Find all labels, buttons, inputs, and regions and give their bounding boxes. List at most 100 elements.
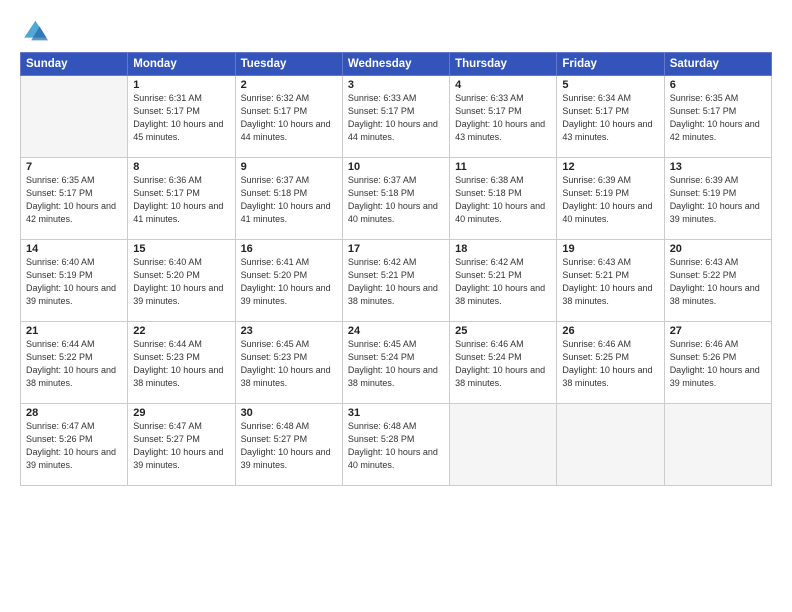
day-info: Sunrise: 6:47 AMSunset: 5:26 PMDaylight:… <box>26 420 122 472</box>
day-number: 4 <box>455 79 551 91</box>
calendar-cell: 14Sunrise: 6:40 AMSunset: 5:19 PMDayligh… <box>21 240 128 322</box>
day-number: 8 <box>133 161 229 173</box>
day-info: Sunrise: 6:39 AMSunset: 5:19 PMDaylight:… <box>562 174 658 226</box>
calendar-cell: 19Sunrise: 6:43 AMSunset: 5:21 PMDayligh… <box>557 240 664 322</box>
calendar-cell: 4Sunrise: 6:33 AMSunset: 5:17 PMDaylight… <box>450 76 557 158</box>
calendar-cell: 11Sunrise: 6:38 AMSunset: 5:18 PMDayligh… <box>450 158 557 240</box>
day-number: 19 <box>562 243 658 255</box>
day-info: Sunrise: 6:45 AMSunset: 5:23 PMDaylight:… <box>241 338 337 390</box>
weekday-header-monday: Monday <box>128 53 235 76</box>
day-info: Sunrise: 6:33 AMSunset: 5:17 PMDaylight:… <box>455 92 551 144</box>
header <box>20 18 772 46</box>
day-number: 24 <box>348 325 444 337</box>
calendar-cell <box>557 404 664 486</box>
day-info: Sunrise: 6:46 AMSunset: 5:25 PMDaylight:… <box>562 338 658 390</box>
calendar-cell: 5Sunrise: 6:34 AMSunset: 5:17 PMDaylight… <box>557 76 664 158</box>
day-number: 22 <box>133 325 229 337</box>
calendar-cell: 21Sunrise: 6:44 AMSunset: 5:22 PMDayligh… <box>21 322 128 404</box>
day-number: 1 <box>133 79 229 91</box>
day-number: 13 <box>670 161 766 173</box>
day-number: 5 <box>562 79 658 91</box>
calendar-cell: 2Sunrise: 6:32 AMSunset: 5:17 PMDaylight… <box>235 76 342 158</box>
day-number: 30 <box>241 407 337 419</box>
calendar-cell: 1Sunrise: 6:31 AMSunset: 5:17 PMDaylight… <box>128 76 235 158</box>
day-number: 6 <box>670 79 766 91</box>
calendar-cell: 22Sunrise: 6:44 AMSunset: 5:23 PMDayligh… <box>128 322 235 404</box>
day-info: Sunrise: 6:40 AMSunset: 5:19 PMDaylight:… <box>26 256 122 308</box>
calendar-cell: 6Sunrise: 6:35 AMSunset: 5:17 PMDaylight… <box>664 76 771 158</box>
day-number: 31 <box>348 407 444 419</box>
day-number: 21 <box>26 325 122 337</box>
day-number: 27 <box>670 325 766 337</box>
day-number: 23 <box>241 325 337 337</box>
day-info: Sunrise: 6:33 AMSunset: 5:17 PMDaylight:… <box>348 92 444 144</box>
day-info: Sunrise: 6:34 AMSunset: 5:17 PMDaylight:… <box>562 92 658 144</box>
calendar-cell: 13Sunrise: 6:39 AMSunset: 5:19 PMDayligh… <box>664 158 771 240</box>
day-number: 14 <box>26 243 122 255</box>
week-row-3: 14Sunrise: 6:40 AMSunset: 5:19 PMDayligh… <box>21 240 772 322</box>
logo <box>20 18 51 46</box>
day-info: Sunrise: 6:35 AMSunset: 5:17 PMDaylight:… <box>26 174 122 226</box>
day-info: Sunrise: 6:43 AMSunset: 5:22 PMDaylight:… <box>670 256 766 308</box>
day-number: 7 <box>26 161 122 173</box>
day-number: 29 <box>133 407 229 419</box>
calendar-cell: 17Sunrise: 6:42 AMSunset: 5:21 PMDayligh… <box>342 240 449 322</box>
calendar-cell: 23Sunrise: 6:45 AMSunset: 5:23 PMDayligh… <box>235 322 342 404</box>
day-number: 16 <box>241 243 337 255</box>
day-number: 25 <box>455 325 551 337</box>
calendar-cell: 20Sunrise: 6:43 AMSunset: 5:22 PMDayligh… <box>664 240 771 322</box>
calendar-cell: 12Sunrise: 6:39 AMSunset: 5:19 PMDayligh… <box>557 158 664 240</box>
day-info: Sunrise: 6:48 AMSunset: 5:27 PMDaylight:… <box>241 420 337 472</box>
calendar-cell: 16Sunrise: 6:41 AMSunset: 5:20 PMDayligh… <box>235 240 342 322</box>
day-info: Sunrise: 6:37 AMSunset: 5:18 PMDaylight:… <box>241 174 337 226</box>
day-number: 28 <box>26 407 122 419</box>
day-number: 18 <box>455 243 551 255</box>
weekday-header-saturday: Saturday <box>664 53 771 76</box>
calendar-cell: 29Sunrise: 6:47 AMSunset: 5:27 PMDayligh… <box>128 404 235 486</box>
calendar-cell: 28Sunrise: 6:47 AMSunset: 5:26 PMDayligh… <box>21 404 128 486</box>
week-row-2: 7Sunrise: 6:35 AMSunset: 5:17 PMDaylight… <box>21 158 772 240</box>
day-info: Sunrise: 6:35 AMSunset: 5:17 PMDaylight:… <box>670 92 766 144</box>
calendar-table: SundayMondayTuesdayWednesdayThursdayFrid… <box>20 52 772 486</box>
day-info: Sunrise: 6:39 AMSunset: 5:19 PMDaylight:… <box>670 174 766 226</box>
calendar-cell: 27Sunrise: 6:46 AMSunset: 5:26 PMDayligh… <box>664 322 771 404</box>
day-info: Sunrise: 6:44 AMSunset: 5:22 PMDaylight:… <box>26 338 122 390</box>
day-number: 2 <box>241 79 337 91</box>
calendar-page: SundayMondayTuesdayWednesdayThursdayFrid… <box>0 0 792 612</box>
weekday-header-tuesday: Tuesday <box>235 53 342 76</box>
day-info: Sunrise: 6:46 AMSunset: 5:24 PMDaylight:… <box>455 338 551 390</box>
calendar-cell: 18Sunrise: 6:42 AMSunset: 5:21 PMDayligh… <box>450 240 557 322</box>
day-number: 20 <box>670 243 766 255</box>
day-info: Sunrise: 6:42 AMSunset: 5:21 PMDaylight:… <box>455 256 551 308</box>
day-info: Sunrise: 6:48 AMSunset: 5:28 PMDaylight:… <box>348 420 444 472</box>
day-number: 15 <box>133 243 229 255</box>
calendar-cell: 25Sunrise: 6:46 AMSunset: 5:24 PMDayligh… <box>450 322 557 404</box>
day-number: 11 <box>455 161 551 173</box>
weekday-header-thursday: Thursday <box>450 53 557 76</box>
weekday-header-wednesday: Wednesday <box>342 53 449 76</box>
week-row-1: 1Sunrise: 6:31 AMSunset: 5:17 PMDaylight… <box>21 76 772 158</box>
day-info: Sunrise: 6:44 AMSunset: 5:23 PMDaylight:… <box>133 338 229 390</box>
calendar-cell <box>450 404 557 486</box>
day-info: Sunrise: 6:32 AMSunset: 5:17 PMDaylight:… <box>241 92 337 144</box>
calendar-cell: 8Sunrise: 6:36 AMSunset: 5:17 PMDaylight… <box>128 158 235 240</box>
calendar-cell: 3Sunrise: 6:33 AMSunset: 5:17 PMDaylight… <box>342 76 449 158</box>
calendar-cell: 7Sunrise: 6:35 AMSunset: 5:17 PMDaylight… <box>21 158 128 240</box>
calendar-cell: 26Sunrise: 6:46 AMSunset: 5:25 PMDayligh… <box>557 322 664 404</box>
day-info: Sunrise: 6:45 AMSunset: 5:24 PMDaylight:… <box>348 338 444 390</box>
day-number: 26 <box>562 325 658 337</box>
day-info: Sunrise: 6:40 AMSunset: 5:20 PMDaylight:… <box>133 256 229 308</box>
calendar-cell: 24Sunrise: 6:45 AMSunset: 5:24 PMDayligh… <box>342 322 449 404</box>
day-info: Sunrise: 6:42 AMSunset: 5:21 PMDaylight:… <box>348 256 444 308</box>
week-row-4: 21Sunrise: 6:44 AMSunset: 5:22 PMDayligh… <box>21 322 772 404</box>
day-number: 10 <box>348 161 444 173</box>
calendar-cell: 9Sunrise: 6:37 AMSunset: 5:18 PMDaylight… <box>235 158 342 240</box>
day-number: 17 <box>348 243 444 255</box>
week-row-5: 28Sunrise: 6:47 AMSunset: 5:26 PMDayligh… <box>21 404 772 486</box>
day-number: 12 <box>562 161 658 173</box>
calendar-cell: 31Sunrise: 6:48 AMSunset: 5:28 PMDayligh… <box>342 404 449 486</box>
day-info: Sunrise: 6:36 AMSunset: 5:17 PMDaylight:… <box>133 174 229 226</box>
logo-icon <box>20 18 48 46</box>
calendar-cell: 30Sunrise: 6:48 AMSunset: 5:27 PMDayligh… <box>235 404 342 486</box>
day-number: 3 <box>348 79 444 91</box>
